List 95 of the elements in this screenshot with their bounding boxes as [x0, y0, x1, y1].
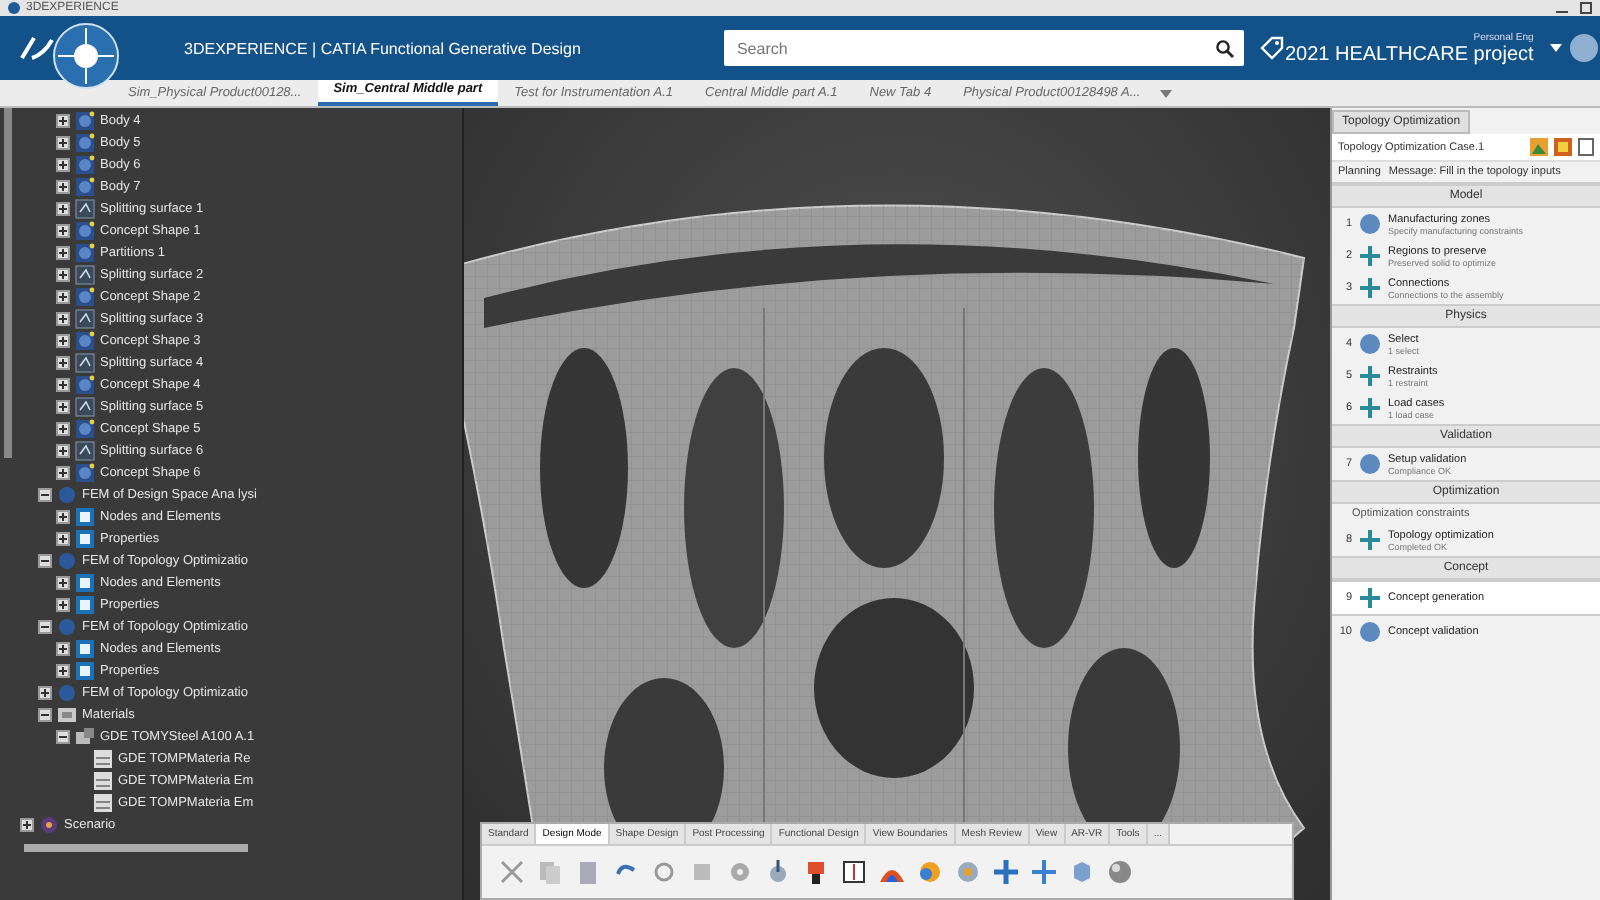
expand-icon[interactable] — [56, 576, 70, 590]
surface-icon — [74, 198, 96, 220]
body-icon — [74, 418, 96, 440]
collapse-icon[interactable] — [38, 488, 52, 502]
material-icon — [92, 748, 114, 770]
step-icon — [1358, 452, 1382, 476]
caret-icon[interactable] — [1549, 44, 1562, 52]
expand-icon[interactable] — [56, 180, 70, 194]
compass-icon[interactable] — [52, 22, 120, 90]
expand-icon[interactable] — [56, 466, 70, 480]
expand-icon[interactable] — [56, 224, 70, 238]
expand-icon[interactable] — [56, 422, 70, 436]
surface-icon — [74, 352, 96, 374]
body-icon — [74, 110, 96, 132]
mesh-icon — [74, 638, 96, 660]
expand-icon[interactable] — [56, 334, 70, 348]
search-field[interactable]: Search — [724, 30, 1245, 66]
app-logo-icon — [8, 2, 20, 14]
body-icon — [74, 374, 96, 396]
body-icon — [74, 330, 96, 352]
mesh-icon — [74, 594, 96, 616]
expand-icon[interactable] — [56, 378, 70, 392]
material-icon — [92, 770, 114, 792]
sphere-icon[interactable] — [1106, 858, 1134, 886]
scenario-icon — [38, 814, 60, 836]
probe-icon[interactable] — [764, 858, 792, 886]
body-icon — [74, 286, 96, 308]
expand-icon[interactable] — [56, 246, 70, 260]
expand-icon[interactable] — [38, 686, 52, 700]
mesh-icon — [74, 506, 96, 528]
mesh-icon — [74, 660, 96, 682]
scrollbar[interactable] — [24, 844, 248, 852]
caret-icon[interactable] — [1160, 90, 1173, 98]
step-icon — [1358, 332, 1382, 356]
expand-icon[interactable] — [56, 598, 70, 612]
fem-icon — [56, 616, 78, 638]
body-icon — [74, 462, 96, 484]
project-selector[interactable]: 2021 HEALTHCARE project — [1284, 43, 1534, 65]
step-icon — [1358, 620, 1382, 644]
surface-icon — [74, 440, 96, 462]
avatar-icon[interactable] — [1569, 34, 1598, 62]
step-icon — [1358, 528, 1382, 552]
collapse-icon[interactable] — [38, 620, 52, 634]
case-icon[interactable] — [1554, 138, 1572, 156]
list-icon[interactable] — [1578, 138, 1594, 156]
step-icon — [1358, 396, 1382, 420]
app-title: 3DEXPERIENCE | CATIA Functional Generative Design — [184, 39, 581, 57]
move-icon[interactable] — [1030, 858, 1058, 886]
body-icon — [74, 176, 96, 198]
step-icon — [1358, 276, 1382, 300]
scrollbar[interactable] — [4, 108, 12, 458]
expand-icon[interactable] — [56, 510, 70, 524]
expand-icon[interactable] — [56, 158, 70, 172]
surface-icon — [74, 308, 96, 330]
body-icon — [74, 220, 96, 242]
search-icon[interactable] — [1216, 39, 1235, 57]
fem-icon — [56, 682, 78, 704]
collapse-icon[interactable] — [56, 730, 70, 744]
body-icon — [74, 242, 96, 264]
move-icon[interactable] — [992, 858, 1020, 886]
material-icon — [74, 726, 96, 748]
maximize-icon[interactable] — [1580, 2, 1592, 14]
contour-icon[interactable] — [916, 858, 944, 886]
step-icon — [1358, 244, 1382, 268]
expand-icon[interactable] — [56, 136, 70, 150]
step-icon — [1358, 364, 1382, 388]
expand-icon[interactable] — [56, 290, 70, 304]
expand-icon[interactable] — [56, 268, 70, 282]
materials-icon — [56, 704, 78, 726]
expand-icon[interactable] — [56, 312, 70, 326]
frame-icon[interactable] — [840, 858, 868, 886]
fem-icon — [56, 550, 78, 572]
collapse-icon[interactable] — [38, 554, 52, 568]
expand-icon[interactable] — [56, 444, 70, 458]
fem-icon — [56, 484, 78, 506]
step-icon — [1358, 212, 1382, 236]
expand-icon[interactable] — [56, 642, 70, 656]
step-icon — [1358, 586, 1382, 610]
expand-icon[interactable] — [56, 532, 70, 546]
body-icon — [74, 154, 96, 176]
expand-icon[interactable] — [56, 664, 70, 678]
collapse-icon[interactable] — [38, 708, 52, 722]
surface-icon — [74, 396, 96, 418]
material-icon — [92, 792, 114, 814]
mesh-icon — [74, 528, 96, 550]
surface-icon — [74, 264, 96, 286]
mesh-icon — [74, 572, 96, 594]
expand-icon[interactable] — [56, 202, 70, 216]
body-icon — [74, 132, 96, 154]
tag-icon[interactable] — [1260, 36, 1285, 60]
expand-icon[interactable] — [56, 114, 70, 128]
expand-icon[interactable] — [56, 400, 70, 414]
expand-icon[interactable] — [56, 356, 70, 370]
expand-icon[interactable] — [20, 818, 34, 832]
cut-icon[interactable] — [498, 858, 526, 886]
